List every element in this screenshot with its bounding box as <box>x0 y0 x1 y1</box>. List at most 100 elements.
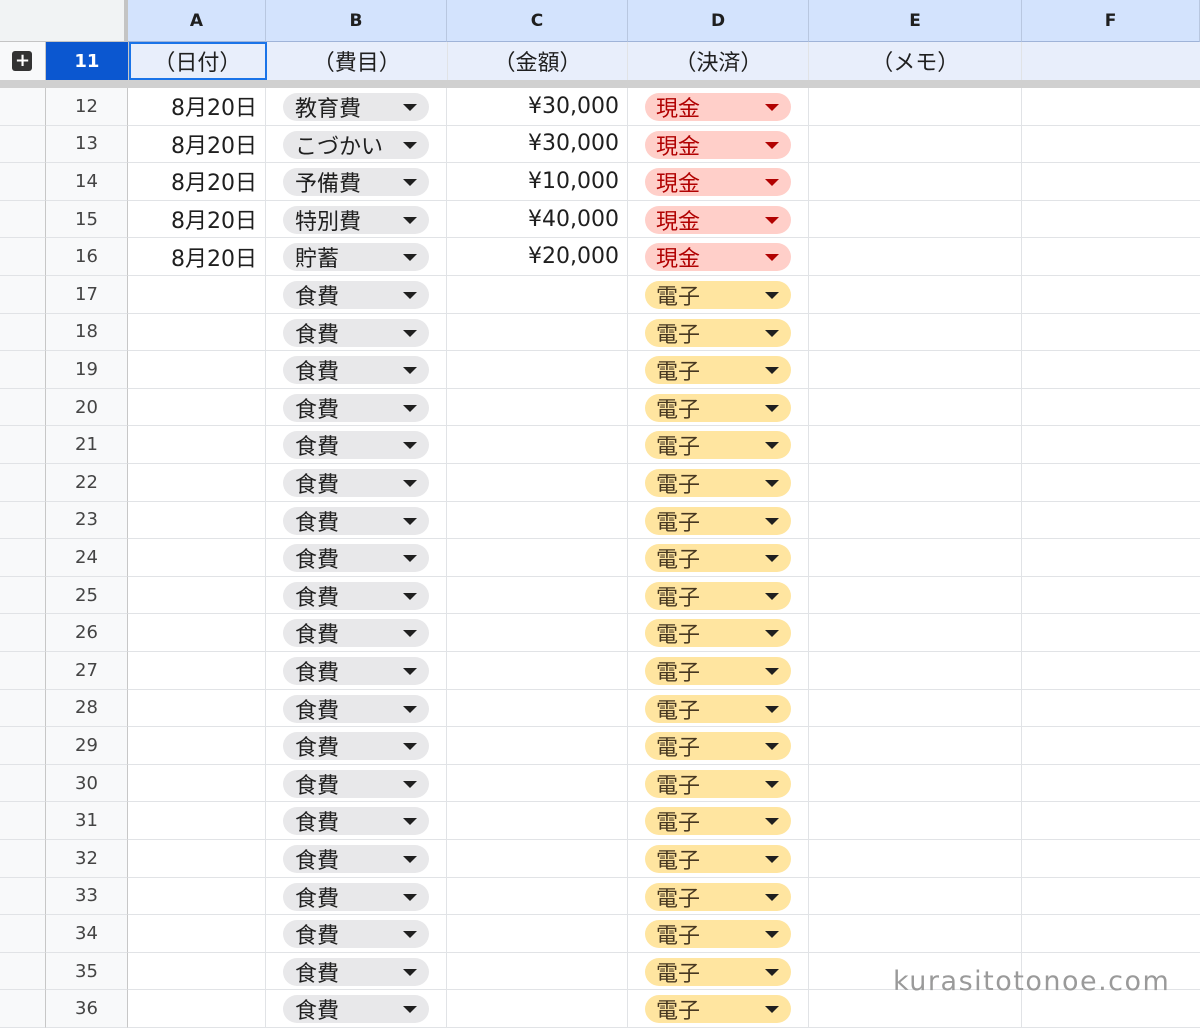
category-cell[interactable]: 特別費 <box>266 200 447 239</box>
empty-cell-f[interactable] <box>1022 201 1200 239</box>
memo-cell[interactable] <box>809 501 1022 540</box>
triangle-down-icon[interactable] <box>403 931 417 939</box>
empty-cell-f[interactable] <box>1022 351 1200 389</box>
memo-cell[interactable] <box>809 764 1022 803</box>
empty-cell-f[interactable] <box>1022 163 1200 201</box>
empty-cell-f[interactable] <box>1022 238 1200 276</box>
row-number[interactable]: 18 <box>46 313 128 352</box>
triangle-down-icon[interactable] <box>403 292 417 299</box>
triangle-down-icon[interactable] <box>403 179 417 187</box>
select-all-corner[interactable] <box>0 0 128 42</box>
amount-cell[interactable] <box>447 764 628 803</box>
memo-cell[interactable] <box>809 840 1022 878</box>
payment-cell[interactable]: 電子 <box>628 689 809 728</box>
payment-cell[interactable]: 電子 <box>628 652 809 690</box>
triangle-down-icon[interactable] <box>403 743 417 751</box>
category-dropdown-chip[interactable]: 食費 <box>283 619 429 648</box>
date-cell[interactable]: 8月20日 <box>128 125 266 164</box>
category-cell[interactable]: 食費 <box>266 501 447 540</box>
row-number[interactable]: 35 <box>46 952 128 991</box>
payment-dropdown-chip[interactable]: 電子 <box>645 619 791 648</box>
payment-cell[interactable]: 電子 <box>628 802 809 840</box>
amount-cell[interactable] <box>447 501 628 540</box>
triangle-down-icon[interactable] <box>403 780 417 788</box>
empty-cell-f[interactable] <box>1022 614 1200 652</box>
row-number[interactable]: 20 <box>46 388 128 427</box>
empty-cell-f[interactable] <box>1022 502 1200 540</box>
triangle-down-icon[interactable] <box>765 743 779 751</box>
date-cell[interactable] <box>128 464 266 502</box>
row-number[interactable]: 30 <box>46 764 128 803</box>
empty-cell-f[interactable] <box>1022 539 1200 577</box>
category-cell[interactable]: 食費 <box>266 464 447 502</box>
payment-dropdown-chip[interactable]: 電子 <box>645 356 791 385</box>
payment-cell[interactable]: 電子 <box>628 426 809 464</box>
column-header-c[interactable]: C <box>447 0 628 42</box>
triangle-down-icon[interactable] <box>403 705 417 713</box>
header-cell-payment[interactable]: （決済） <box>628 42 810 80</box>
category-cell[interactable]: 食費 <box>266 915 447 953</box>
memo-cell[interactable] <box>809 163 1022 201</box>
memo-cell[interactable] <box>809 388 1022 427</box>
triangle-down-icon[interactable] <box>403 367 417 375</box>
empty-cell-f[interactable] <box>1022 314 1200 352</box>
amount-cell[interactable] <box>447 576 628 615</box>
memo-cell[interactable] <box>809 426 1022 464</box>
date-cell[interactable] <box>128 501 266 540</box>
category-dropdown-chip[interactable]: 食費 <box>283 694 429 724</box>
row-number[interactable]: 27 <box>46 652 128 690</box>
row-number[interactable]: 17 <box>46 276 128 314</box>
payment-cell[interactable]: 電子 <box>628 764 809 803</box>
row-number[interactable]: 15 <box>46 200 128 239</box>
amount-cell[interactable] <box>447 652 628 690</box>
amount-cell[interactable] <box>447 388 628 427</box>
payment-dropdown-chip[interactable]: 現金 <box>645 168 791 197</box>
triangle-down-icon[interactable] <box>403 517 417 525</box>
category-dropdown-chip[interactable]: 食費 <box>283 318 429 348</box>
payment-cell[interactable]: 電子 <box>628 388 809 427</box>
category-dropdown-chip[interactable]: 食費 <box>283 882 429 912</box>
empty-cell-f[interactable] <box>1022 577 1200 615</box>
memo-cell[interactable] <box>809 877 1022 916</box>
payment-cell[interactable]: 電子 <box>628 614 809 652</box>
category-dropdown-chip[interactable]: 食費 <box>283 506 429 536</box>
category-dropdown-chip[interactable]: 食費 <box>283 356 429 385</box>
category-cell[interactable]: 食費 <box>266 990 447 1028</box>
payment-dropdown-chip[interactable]: 電子 <box>645 732 791 761</box>
memo-cell[interactable] <box>809 125 1022 164</box>
triangle-down-icon[interactable] <box>403 856 417 863</box>
category-dropdown-chip[interactable]: 食費 <box>283 431 429 460</box>
triangle-down-icon[interactable] <box>765 292 779 299</box>
category-dropdown-chip[interactable]: 食費 <box>283 469 429 498</box>
triangle-down-icon[interactable] <box>765 254 779 262</box>
triangle-down-icon[interactable] <box>403 104 417 111</box>
column-header-a[interactable]: A <box>128 0 266 42</box>
memo-cell[interactable] <box>809 915 1022 953</box>
category-dropdown-chip[interactable]: 食費 <box>283 393 429 423</box>
amount-cell[interactable] <box>447 915 628 953</box>
date-cell[interactable]: 8月20日 <box>128 200 266 239</box>
category-cell[interactable]: 食費 <box>266 426 447 464</box>
column-header-f[interactable]: F <box>1022 0 1200 42</box>
date-cell[interactable] <box>128 539 266 577</box>
empty-cell-f[interactable] <box>1022 652 1200 690</box>
amount-cell[interactable] <box>447 877 628 916</box>
triangle-down-icon[interactable] <box>403 141 417 149</box>
amount-cell[interactable] <box>447 614 628 652</box>
memo-cell[interactable] <box>809 614 1022 652</box>
date-cell[interactable] <box>128 990 266 1028</box>
payment-dropdown-chip[interactable]: 電子 <box>645 694 791 724</box>
column-header-b[interactable]: B <box>266 0 447 42</box>
row-number[interactable]: 29 <box>46 727 128 765</box>
payment-cell[interactable]: 現金 <box>628 238 809 276</box>
memo-cell[interactable] <box>809 88 1022 126</box>
category-cell[interactable]: 食費 <box>266 576 447 615</box>
category-cell[interactable]: 食費 <box>266 802 447 840</box>
amount-cell[interactable] <box>447 276 628 314</box>
category-dropdown-chip[interactable]: 食費 <box>283 920 429 949</box>
empty-cell-f[interactable] <box>1022 765 1200 803</box>
row-number[interactable]: 32 <box>46 840 128 878</box>
header-cell-f[interactable] <box>1022 42 1200 80</box>
triangle-down-icon[interactable] <box>765 367 779 375</box>
category-cell[interactable]: こづかい <box>266 125 447 164</box>
